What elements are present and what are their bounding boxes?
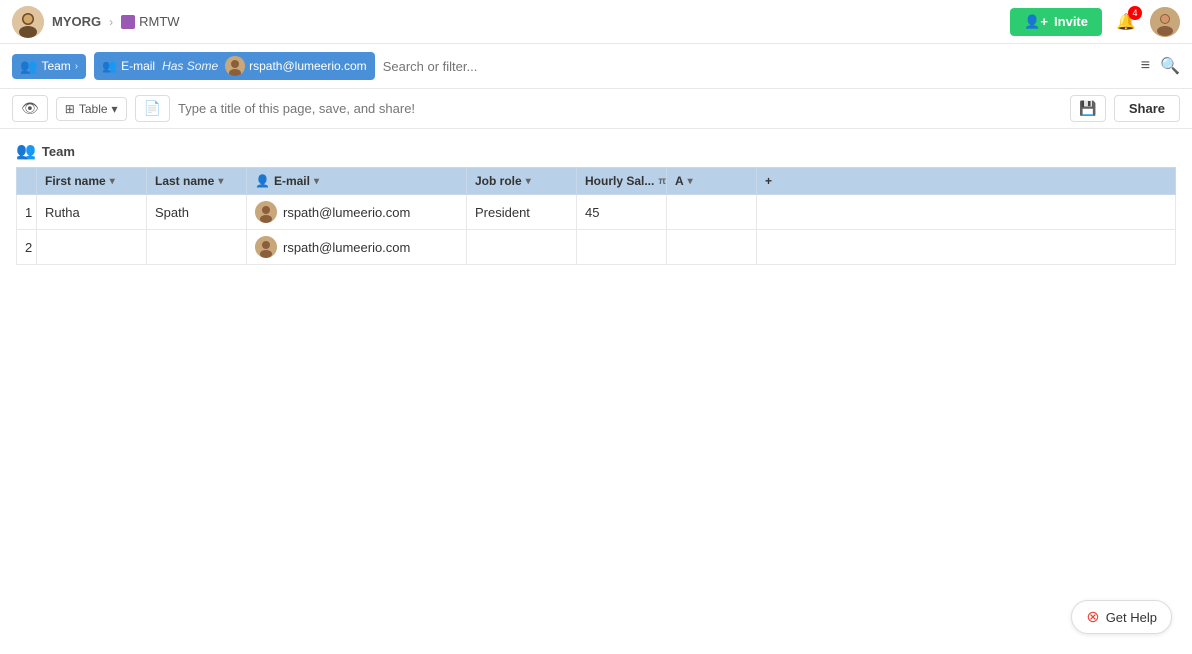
data-table: First name ▾ Last name ▾ 👤 E-mail ▾	[16, 167, 1176, 265]
row-1-email[interactable]: rspath@lumeerio.com	[247, 195, 467, 230]
nav-left: MYORG › RMTW	[12, 6, 180, 38]
table-row: 1 Rutha Spath rspath@lumeerio.com	[17, 195, 1176, 230]
table-group-header: 👥 Team	[16, 141, 1176, 161]
col-header-lastname[interactable]: Last name ▾	[147, 168, 247, 195]
row-1-a[interactable]	[667, 195, 757, 230]
row-1-lastname[interactable]: Spath	[147, 195, 247, 230]
col-hourlysal-sort: π	[658, 176, 666, 187]
filter-bar: 👥 Team › 👥 E-mail Has Some rspath@lumeer…	[0, 44, 1192, 89]
col-add-button[interactable]: +	[757, 168, 1176, 195]
team-chip-icon: 👥	[20, 58, 37, 75]
filter-bar-actions: ≡ 🔍	[1141, 56, 1180, 76]
eye-icon: 👁	[21, 100, 39, 117]
col-a-sort: ▾	[688, 176, 693, 187]
col-jobrole-sort: ▾	[526, 176, 531, 187]
team-filter-chip[interactable]: 👥 Team ›	[12, 54, 86, 79]
workspace-icon	[121, 15, 135, 29]
invite-label: Invite	[1054, 14, 1088, 29]
org-name[interactable]: MYORG	[52, 14, 101, 29]
col-header-a[interactable]: A ▾	[667, 168, 757, 195]
share-button[interactable]: Share	[1114, 95, 1180, 122]
notif-count: 4	[1128, 6, 1142, 20]
filter-search-icon-button[interactable]: 🔍	[1160, 56, 1180, 76]
table-view-label: Table	[79, 102, 108, 116]
invite-button[interactable]: 👤+ Invite	[1010, 8, 1102, 36]
col-lastname-label: Last name	[155, 174, 214, 188]
user-menu-avatar[interactable]	[12, 6, 44, 38]
filter-list-icon-button[interactable]: ≡	[1141, 57, 1150, 75]
row-2-jobrole[interactable]	[467, 230, 577, 265]
row-2-email-text: rspath@lumeerio.com	[283, 240, 410, 255]
get-help-button[interactable]: ⊗ Get Help	[1071, 600, 1172, 634]
col-email-icon: 👤	[255, 174, 270, 188]
col-firstname-sort: ▾	[110, 176, 115, 187]
row-1-firstname[interactable]: Rutha	[37, 195, 147, 230]
row-2-hourlysal[interactable]	[577, 230, 667, 265]
save-icon: 💾	[1079, 100, 1096, 117]
row-1-num: 1	[17, 195, 37, 230]
col-email-label: E-mail	[274, 174, 310, 188]
col-header-email[interactable]: 👤 E-mail ▾	[247, 168, 467, 195]
share-label: Share	[1129, 101, 1165, 116]
email-chip-label: E-mail	[121, 59, 155, 73]
table-grid-icon: ⊞	[65, 102, 75, 116]
save-button[interactable]: 💾	[1070, 95, 1105, 122]
row-2-email-avatar	[255, 236, 277, 258]
group-team-icon: 👥	[16, 141, 36, 161]
email-chip-icon: 👥	[102, 59, 117, 73]
workspace-badge[interactable]: RMTW	[121, 14, 179, 29]
row-2-extra	[757, 230, 1176, 265]
row-1-extra	[757, 195, 1176, 230]
invite-icon: 👤+	[1024, 14, 1048, 30]
table-dropdown-chevron: ▾	[112, 102, 118, 116]
col-header-jobrole[interactable]: Job role ▾	[467, 168, 577, 195]
row-1-email-text: rspath@lumeerio.com	[283, 205, 410, 220]
help-label: Get Help	[1106, 610, 1157, 625]
table-view-button[interactable]: ⊞ Table ▾	[56, 97, 127, 121]
row-2-a[interactable]	[667, 230, 757, 265]
workspace-name: RMTW	[139, 14, 179, 29]
row-2-firstname[interactable]	[37, 230, 147, 265]
group-label: Team	[42, 144, 75, 159]
has-some-label: Has Some	[162, 59, 218, 73]
email-filter-avatar	[225, 56, 245, 76]
page-title-input[interactable]	[178, 101, 1062, 116]
nav-right: 👤+ Invite 🔔 4	[1010, 7, 1180, 37]
row-2-email[interactable]: rspath@lumeerio.com	[247, 230, 467, 265]
row-2-num: 2	[17, 230, 37, 265]
team-chip-label: Team	[41, 59, 70, 73]
col-hourlysal-label: Hourly Sal...	[585, 174, 654, 188]
col-email-sort: ▾	[314, 176, 319, 187]
col-a-label: A	[675, 174, 684, 188]
row-1-jobrole[interactable]: President	[467, 195, 577, 230]
team-chip-chevron: ›	[75, 61, 78, 72]
table-area: 👥 Team First name ▾ Last name ▾	[0, 129, 1192, 277]
email-filter-chip[interactable]: 👥 E-mail Has Some rspath@lumeerio.com	[94, 52, 375, 80]
row-number-header	[17, 168, 37, 195]
filter-search-input[interactable]	[383, 59, 1133, 74]
col-firstname-label: First name	[45, 174, 106, 188]
row-1-hourlysal[interactable]: 45	[577, 195, 667, 230]
notifications-button[interactable]: 🔔 4	[1112, 8, 1140, 36]
doc-icon: 📄	[144, 100, 161, 117]
col-header-hourlySal[interactable]: Hourly Sal... π	[577, 168, 667, 195]
help-icon: ⊗	[1086, 607, 1099, 627]
doc-view-button[interactable]: 📄	[135, 95, 170, 122]
row-2-lastname[interactable]	[147, 230, 247, 265]
col-jobrole-label: Job role	[475, 174, 522, 188]
row-1-email-avatar	[255, 201, 277, 223]
toolbar: 👁 ⊞ Table ▾ 📄 💾 Share	[0, 89, 1192, 129]
top-nav: MYORG › RMTW 👤+ Invite 🔔 4	[0, 0, 1192, 44]
profile-avatar[interactable]	[1150, 7, 1180, 37]
email-filter-value: rspath@lumeerio.com	[249, 59, 367, 73]
table-row: 2 rspath@lumeerio.com	[17, 230, 1176, 265]
breadcrumb-chevron: ›	[109, 15, 113, 29]
col-header-firstname[interactable]: First name ▾	[37, 168, 147, 195]
col-lastname-sort: ▾	[218, 176, 223, 187]
eye-view-button[interactable]: 👁	[12, 95, 48, 122]
